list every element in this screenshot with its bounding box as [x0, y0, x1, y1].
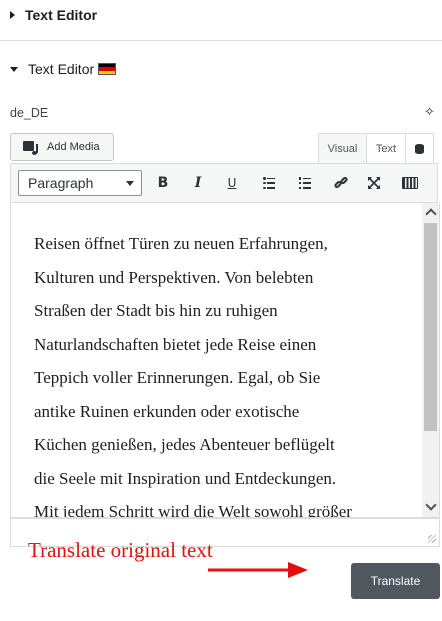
- editor-toolbar: Paragraph B I U: [10, 163, 438, 203]
- red-arrow-icon: [208, 562, 308, 578]
- fullscreen-icon: [368, 177, 380, 189]
- database-icon: [415, 143, 424, 154]
- vertical-scrollbar[interactable]: [422, 203, 439, 517]
- bullet-list-button[interactable]: [257, 171, 281, 195]
- section-header-text-editor-de[interactable]: Text Editor: [10, 61, 117, 77]
- text-line: Naturlandschaften bietet jede Reise eine…: [34, 334, 317, 354]
- tab-text[interactable]: Text: [367, 133, 406, 163]
- annotation-label: Translate original text: [28, 538, 213, 562]
- tab-visual[interactable]: Visual: [318, 133, 367, 163]
- editor-content-area[interactable]: Reisen öffnet Türen zu neuen Erfahrungen…: [10, 203, 440, 518]
- numbered-list-icon: [299, 177, 311, 189]
- editor-tabs: Visual Text: [318, 133, 434, 163]
- bold-button[interactable]: B: [151, 171, 175, 195]
- add-media-button[interactable]: Add Media: [10, 133, 114, 161]
- add-media-icon: [23, 140, 39, 155]
- text-line: Mit jedem Schritt wird die Welt sowohl g…: [34, 502, 352, 518]
- flag-stripe-gold: [99, 70, 116, 74]
- section-header-text-editor[interactable]: Text Editor: [10, 7, 97, 23]
- format-select[interactable]: Paragraph: [18, 170, 142, 196]
- underline-button[interactable]: U: [220, 171, 244, 195]
- toolbar-toggle-button[interactable]: [398, 171, 422, 195]
- divider: [0, 40, 442, 41]
- resize-handle-icon[interactable]: [428, 535, 436, 543]
- chevron-down-icon: [126, 181, 134, 186]
- database-button[interactable]: [406, 133, 434, 163]
- caret-right-icon: [10, 11, 15, 19]
- text-line: Teppich voller Erinnerungen. Egal, ob Si…: [34, 368, 321, 387]
- keyboard-icon: [402, 177, 418, 189]
- locale-label: de_DE: [10, 106, 49, 120]
- numbered-list-button[interactable]: [293, 171, 317, 195]
- text-line: Straßen der Stadt bis hin zu ruhigen: [34, 301, 278, 320]
- text-line: die Seele mit Inspiration und Entdeckung…: [34, 468, 337, 488]
- text-line: Reisen öffnet Türen zu neuen Erfahrungen…: [34, 234, 328, 253]
- text-line: antike Ruinen erkunden oder exotische: [34, 401, 300, 421]
- italic-button[interactable]: I: [186, 171, 210, 195]
- caret-down-icon: [10, 66, 18, 72]
- format-select-value: Paragraph: [28, 175, 94, 191]
- section-title: Text Editor: [25, 7, 98, 23]
- section-title: Text Editor: [28, 61, 95, 77]
- link-button[interactable]: [329, 171, 353, 195]
- translate-button[interactable]: Translate: [351, 563, 440, 599]
- text-line: Kulturen und Perspektiven. Von belebten: [34, 267, 314, 287]
- scroll-down-icon[interactable]: [425, 499, 437, 511]
- german-flag-icon: [98, 63, 117, 75]
- text-line: Küchen genießen, jedes Abenteuer beflüge…: [34, 435, 335, 454]
- editor-text[interactable]: Reisen öffnet Türen zu neuen Erfahrungen…: [34, 227, 404, 518]
- add-media-label: Add Media: [47, 141, 100, 153]
- bullet-list-icon: [263, 177, 275, 189]
- scroll-up-icon[interactable]: [425, 208, 437, 220]
- fullscreen-button[interactable]: [362, 171, 386, 195]
- scrollbar-thumb[interactable]: [424, 223, 437, 431]
- sparkle-icon[interactable]: ✧: [424, 104, 435, 120]
- link-icon: [333, 175, 349, 190]
